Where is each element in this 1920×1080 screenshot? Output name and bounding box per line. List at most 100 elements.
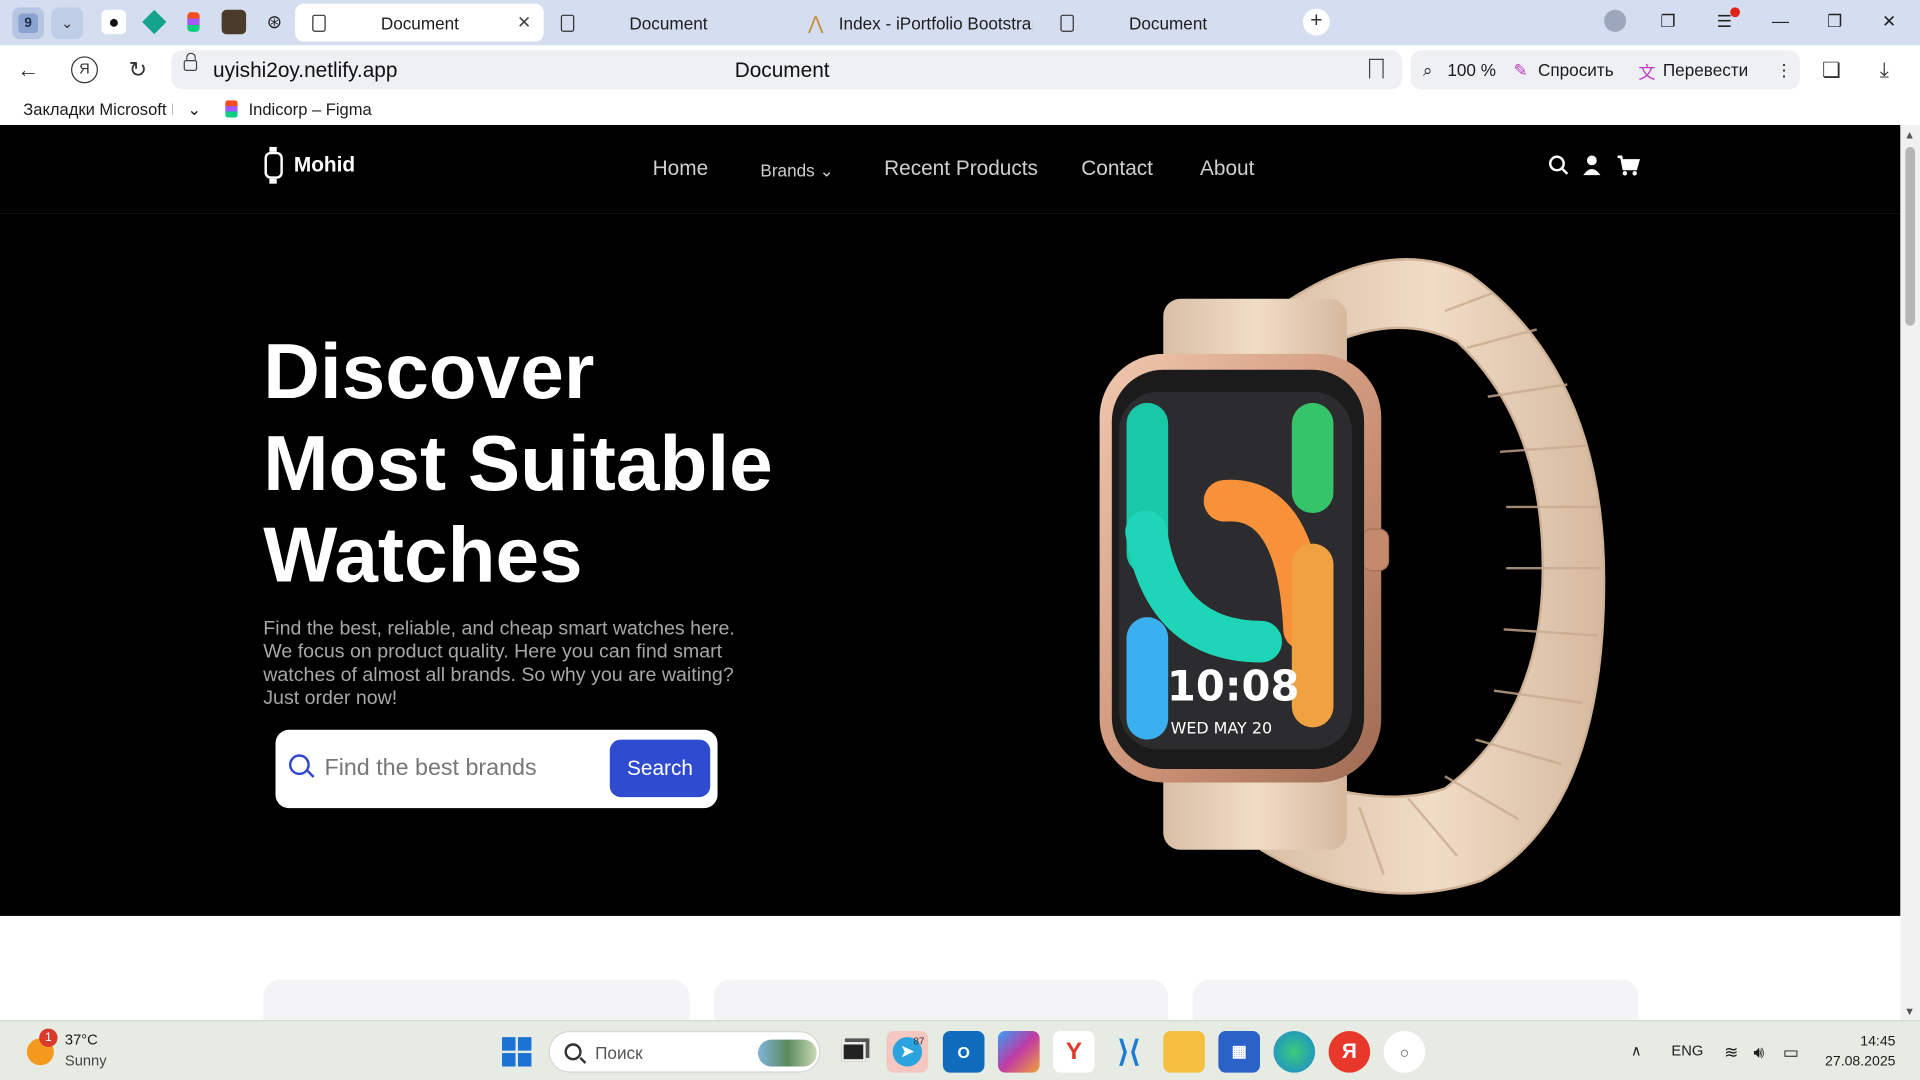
language-indicator[interactable]: ENG: [1671, 1042, 1703, 1059]
cart-icon[interactable]: [1616, 154, 1640, 178]
nav-recent-products[interactable]: Recent Products: [884, 157, 1038, 181]
tab-document-active[interactable]: Document ✕: [295, 3, 544, 42]
back-icon[interactable]: ←: [17, 58, 39, 84]
telegram-badge: 87: [913, 1035, 925, 1047]
browser-tab-bar: 9 ⌄ ● ⊛ Document ✕ Document ⋀ Index - iP…: [0, 0, 1920, 46]
collections-icon[interactable]: ❐: [1660, 11, 1675, 32]
watch-logo-icon: [264, 146, 283, 184]
chevron-down-icon[interactable]: ⌄: [51, 7, 84, 40]
taskbar-search[interactable]: Поиск: [548, 1031, 821, 1073]
hero-section: Discover Most Suitable Watches Find the …: [0, 213, 1901, 916]
bookmarks-bar: Закладки Microsoft E ⌄ Indicorp – Figma: [0, 94, 1920, 125]
page-scrollbar[interactable]: ▲ ▼: [1900, 124, 1920, 1021]
yandex-icon[interactable]: Я: [1328, 1031, 1371, 1073]
user-icon[interactable]: [1582, 154, 1604, 178]
download-icon[interactable]: ⤓: [1880, 59, 1889, 83]
scroll-up-icon[interactable]: ▲: [1904, 129, 1915, 141]
brand-search-input[interactable]: [324, 746, 601, 792]
smartwatch-image: 10:08 WED MAY 20: [1099, 258, 1606, 895]
new-tab-button[interactable]: +: [1302, 8, 1330, 36]
app-icon[interactable]: ○: [1383, 1031, 1426, 1073]
bookmark-icon[interactable]: [1368, 58, 1384, 79]
bookmark-figma[interactable]: Indicorp – Figma: [249, 100, 372, 118]
volume-icon[interactable]: 🔊︎: [1753, 1042, 1764, 1063]
web-page: Mohid Home Brands ⌄ Recent Products Cont…: [0, 124, 1901, 1021]
tab-document-2[interactable]: Document: [544, 4, 789, 42]
minimize-icon[interactable]: —: [1772, 11, 1789, 31]
wifi-icon[interactable]: ≋: [1724, 1042, 1738, 1063]
restore-icon[interactable]: ❐: [1827, 11, 1842, 32]
tab-count-button[interactable]: 9: [12, 7, 45, 40]
copilot-icon[interactable]: [997, 1031, 1040, 1073]
start-button[interactable]: [502, 1037, 532, 1067]
outlook-icon[interactable]: O: [942, 1031, 985, 1073]
close-icon[interactable]: ✕: [517, 12, 531, 33]
pinned-site-icon[interactable]: [142, 9, 167, 35]
tab-label: Document: [380, 12, 459, 33]
reading-list-icon[interactable]: ❏: [1822, 59, 1841, 83]
search-button[interactable]: Search: [609, 739, 711, 798]
url-field[interactable]: uyishi2oy.netlify.app Document: [171, 50, 1403, 90]
ask-button[interactable]: Спросить: [1538, 60, 1614, 80]
watch-face-time: 10:08: [1167, 661, 1300, 710]
close-window-icon[interactable]: ✕: [1882, 11, 1896, 32]
nav-contact[interactable]: Contact: [1081, 157, 1153, 181]
url-text: uyishi2oy.netlify.app: [213, 58, 398, 83]
document-icon: [1060, 14, 1074, 32]
browser-tools: ⌕ 100 % ✎ Спросить 文 Перевести ⋮: [1410, 50, 1801, 90]
tab-count: 9: [18, 13, 38, 34]
task-view-icon[interactable]: [833, 1031, 875, 1073]
logo-text: Mohid: [293, 153, 356, 177]
address-bar: ← Я ↻ uyishi2oy.netlify.app Document ⌕ 1…: [0, 45, 1920, 95]
tab-iportfolio[interactable]: ⋀ Index - iPortfolio Bootstrap: [796, 4, 1041, 42]
hero-description: Find the best, reliable, and cheap smart…: [263, 618, 735, 709]
yandex-browser-icon[interactable]: Y: [1053, 1031, 1095, 1073]
pinned-image-icon[interactable]: [221, 9, 247, 35]
reload-icon[interactable]: ↻: [129, 58, 147, 84]
screen: 9 ⌄ ● ⊛ Document ✕ Document ⋀ Index - iP…: [0, 0, 1920, 1080]
nav-home[interactable]: Home: [653, 157, 709, 181]
bookmark-folder[interactable]: Закладки Microsoft E: [23, 100, 172, 118]
hero-title-line: Discover: [263, 326, 595, 416]
tab-label: Index - iPortfolio Bootstrap: [838, 12, 1033, 33]
hero-title: Discover Most Suitable Watches: [263, 326, 949, 602]
site-logo[interactable]: Mohid: [264, 146, 356, 184]
profile-icon[interactable]: [1604, 9, 1627, 32]
tab-document-3[interactable]: Document: [1043, 4, 1288, 42]
zoom-icon: ⌕: [1422, 60, 1433, 80]
weather-temperature[interactable]: 37°C: [65, 1031, 98, 1048]
nav-brands[interactable]: Brands ⌄: [760, 160, 833, 181]
github-icon[interactable]: ●: [101, 9, 127, 35]
site-favicon-icon: ⋀: [808, 12, 824, 34]
microsoft-store-icon[interactable]: ▦: [1218, 1031, 1261, 1073]
brand-search-box: Search: [275, 729, 718, 809]
menu-notification-icon[interactable]: ☰: [1717, 7, 1741, 32]
scroll-thumb[interactable]: [1905, 146, 1916, 326]
product-card[interactable]: [1192, 979, 1639, 1021]
chevron-down-icon: ⌄: [819, 160, 834, 181]
ask-icon: ✎: [1513, 60, 1528, 80]
tab-label: Document: [629, 12, 708, 33]
product-card[interactable]: [713, 979, 1169, 1021]
edge-icon[interactable]: [1273, 1031, 1316, 1073]
site-navbar: Mohid Home Brands ⌄ Recent Products Cont…: [0, 124, 1901, 214]
more-icon[interactable]: ⋮: [1776, 60, 1793, 81]
zoom-level[interactable]: 100 %: [1447, 60, 1496, 80]
chatgpt-icon[interactable]: ⊛: [262, 10, 286, 34]
translate-button[interactable]: Перевести: [1663, 60, 1748, 80]
scroll-down-icon[interactable]: ▼: [1904, 1005, 1915, 1017]
product-card[interactable]: [263, 979, 690, 1021]
battery-icon[interactable]: ▭: [1783, 1042, 1799, 1063]
search-highlight-image: [757, 1039, 817, 1067]
file-explorer-icon[interactable]: [1163, 1031, 1205, 1073]
chevron-up-icon[interactable]: ∧: [1631, 1042, 1642, 1059]
chevron-down-icon[interactable]: ⌄: [187, 100, 201, 120]
vscode-icon[interactable]: ⟩⟨: [1108, 1031, 1150, 1073]
weather-condition[interactable]: Sunny: [65, 1052, 107, 1069]
lock-icon: [183, 52, 198, 72]
figma-icon[interactable]: [181, 10, 205, 34]
nav-about[interactable]: About: [1200, 157, 1254, 181]
search-icon[interactable]: [1548, 154, 1570, 178]
yandex-icon[interactable]: Я: [71, 56, 98, 84]
clock[interactable]: 14:45 27.08.2025: [1824, 1032, 1895, 1071]
